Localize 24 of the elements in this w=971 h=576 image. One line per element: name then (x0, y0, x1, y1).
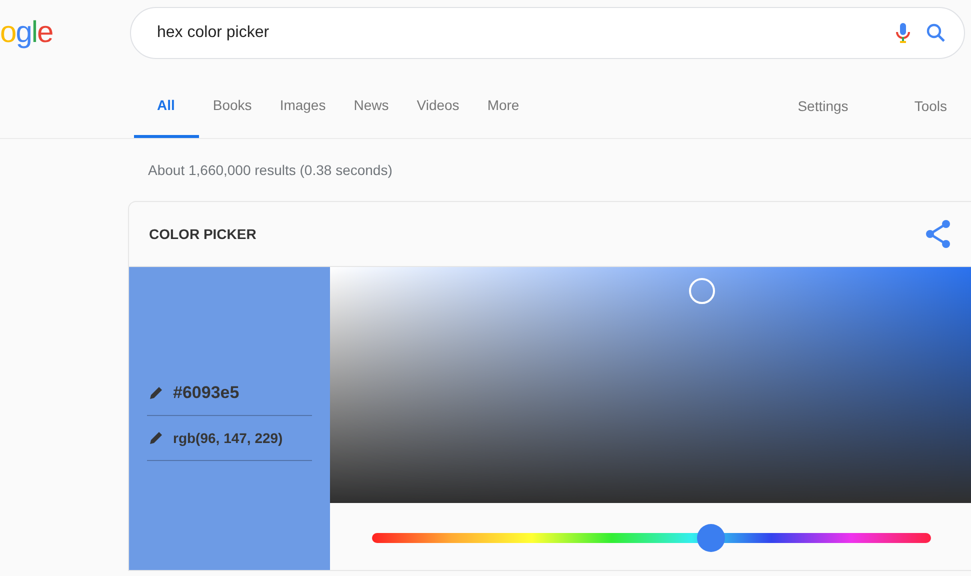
tab[interactable]: Images (280, 74, 326, 138)
tab[interactable]: Videos (416, 74, 460, 138)
logo[interactable]: ogle (0, 16, 118, 50)
search-field[interactable]: hex color picker (155, 23, 880, 43)
rgb-field[interactable]: rgb(96, 147, 229) (147, 416, 312, 461)
tab[interactable]: Books (212, 74, 252, 138)
microphone-icon[interactable] (896, 22, 910, 44)
hex-field[interactable]: #6093e5 (147, 370, 312, 416)
result-stats: About 1,660,000 results (0.38 seconds) (148, 162, 392, 178)
tab[interactable]: News (354, 74, 389, 138)
pencil-icon (149, 431, 163, 445)
search-icon[interactable] (926, 23, 946, 43)
pencil-icon (149, 386, 163, 400)
picker-handle[interactable] (689, 278, 716, 304)
tab[interactable]: More (487, 74, 520, 138)
settings-link[interactable]: Settings (798, 74, 848, 138)
slider-thumb[interactable] (696, 524, 725, 552)
tools-link[interactable]: Tools (914, 74, 947, 138)
tab[interactable]: All (134, 74, 199, 138)
card-title: COLOR PICKER (149, 226, 256, 242)
search-bar[interactable]: hex color picker (130, 7, 965, 59)
share-icon[interactable] (925, 220, 951, 248)
saturation-value-area[interactable] (330, 267, 971, 503)
hue-slider[interactable] (372, 524, 931, 552)
